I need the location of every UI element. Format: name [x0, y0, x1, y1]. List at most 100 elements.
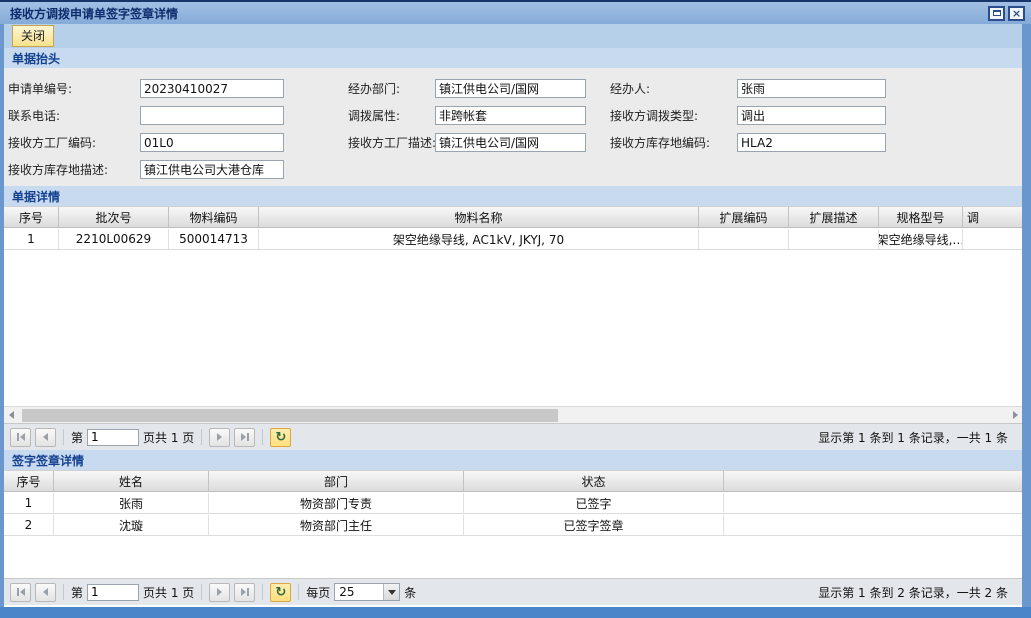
close-icon: ×: [1012, 8, 1021, 19]
next-page-icon: [217, 588, 222, 596]
column-header-seq[interactable]: 序号: [4, 207, 59, 227]
signature-table-row[interactable]: 2 沈璇 物资部门主任 已签字签章: [4, 515, 1022, 536]
refresh-button[interactable]: ↻: [270, 583, 291, 602]
scroll-left-arrow[interactable]: [4, 408, 18, 423]
per-page-dropdown-button[interactable]: [383, 584, 399, 600]
pager-separator: [262, 584, 263, 600]
next-page-button[interactable]: [209, 583, 230, 602]
signature-table-row[interactable]: 1 张雨 物资部门专责 已签字: [4, 493, 1022, 514]
pager-separator: [63, 429, 64, 445]
header-form: 申请单编号: 经办部门: 经办人: 联系电话: 调拨属性: 接收方调拨类型: 接…: [4, 68, 1022, 186]
last-page-icon: [247, 588, 249, 596]
cell-ext-desc: [789, 229, 879, 249]
receiver-transfer-type-input[interactable]: [737, 106, 886, 125]
cell-name: 沈璇: [54, 515, 209, 535]
prev-page-button[interactable]: [35, 428, 56, 447]
cell-batch: 2210L00629: [59, 229, 169, 249]
scrollbar-thumb[interactable]: [22, 409, 558, 422]
section-signature-bar: 签字签章详情: [4, 450, 1022, 470]
column-header-material-code[interactable]: 物料编码: [169, 207, 259, 227]
last-page-icon-arrow: [241, 433, 246, 441]
chevron-down-icon: [388, 590, 396, 595]
cell-name: 张雨: [54, 493, 209, 513]
window-title: 接收方调拨申请单签字签章详情: [10, 5, 178, 22]
close-window-button[interactable]: ×: [1008, 6, 1025, 21]
pager-separator: [201, 429, 202, 445]
field-label: 接收方库存地编码:: [610, 134, 710, 151]
first-page-icon-arrow: [20, 588, 25, 596]
section-header-title: 单据抬头: [12, 50, 60, 67]
signature-grid-header: 序号 姓名 部门 状态: [4, 470, 1022, 492]
next-page-button[interactable]: [209, 428, 230, 447]
window-titlebar[interactable]: 接收方调拨申请单签字签章详情 ×: [0, 2, 1031, 24]
prev-page-button[interactable]: [35, 583, 56, 602]
dialog-toolbar: 关闭: [4, 24, 1022, 48]
column-header-status[interactable]: 状态: [464, 471, 724, 491]
handler-input[interactable]: [737, 79, 886, 98]
column-header-batch[interactable]: 批次号: [59, 207, 169, 227]
cell-dept: 物资部门主任: [209, 515, 464, 535]
page-suffix: 页共 1 页: [143, 584, 194, 601]
column-header-name[interactable]: 姓名: [54, 471, 209, 491]
refresh-button[interactable]: ↻: [270, 428, 291, 447]
cell-dept: 物资部门专责: [209, 493, 464, 513]
cell-spec: 架空绝缘导线,…: [879, 229, 963, 249]
cell-seq: 2: [4, 515, 54, 535]
column-header-material-name[interactable]: 物料名称: [259, 207, 699, 227]
page-number-input[interactable]: [87, 584, 139, 601]
per-page-suffix: 条: [404, 584, 416, 601]
last-page-button[interactable]: [234, 428, 255, 447]
pager-separator: [262, 429, 263, 445]
last-page-icon: [247, 433, 249, 441]
column-header-ext-code[interactable]: 扩展编码: [699, 207, 789, 227]
signature-grid-body-empty: [4, 537, 1022, 578]
triangle-right-icon: [1013, 411, 1018, 419]
signature-pager: 第 页共 1 页 ↻ 每页 25 条 显示第 1 条到 2 条记录，一共 2 条: [4, 578, 1022, 605]
cell-status: 已签字: [464, 493, 724, 513]
scroll-right-arrow[interactable]: [1008, 408, 1022, 423]
close-button[interactable]: 关闭: [12, 25, 54, 47]
next-page-icon: [217, 433, 222, 441]
column-header-clipped[interactable]: 调: [963, 207, 1022, 227]
pager-separator: [298, 584, 299, 600]
cell-seq: 1: [4, 493, 54, 513]
field-receiver-storage-code: 接收方库存地编码:: [4, 133, 1022, 152]
page-number-input[interactable]: [87, 429, 139, 446]
per-page-select[interactable]: 25: [334, 583, 400, 601]
pager-separator: [63, 584, 64, 600]
column-header-dept[interactable]: 部门: [209, 471, 464, 491]
last-page-button[interactable]: [234, 583, 255, 602]
first-page-button[interactable]: [10, 583, 31, 602]
cell-seq: 1: [4, 229, 59, 249]
first-page-button[interactable]: [10, 428, 31, 447]
receiver-storage-desc-input[interactable]: [140, 160, 284, 179]
cell-material-name: 架空绝缘导线, AC1kV, JKYJ, 70: [259, 229, 699, 249]
field-label: 接收方调拨类型:: [610, 107, 698, 124]
last-page-icon-arrow: [241, 588, 246, 596]
field-receiver-transfer-type: 接收方调拨类型:: [4, 106, 1022, 125]
column-header-spec[interactable]: 规格型号: [879, 207, 963, 227]
section-detail-title: 单据详情: [12, 188, 60, 205]
first-page-icon-arrow: [20, 433, 25, 441]
field-label: 接收方库存地描述:: [8, 161, 108, 178]
column-header-seq[interactable]: 序号: [4, 471, 54, 491]
receiver-storage-code-input[interactable]: [737, 133, 886, 152]
detail-table-row[interactable]: 1 2210L00629 500014713 架空绝缘导线, AC1kV, JK…: [4, 229, 1022, 250]
column-header-ext-desc[interactable]: 扩展描述: [789, 207, 879, 227]
detail-grid-header: 序号 批次号 物料编码 物料名称 扩展编码 扩展描述 规格型号 调: [4, 206, 1022, 228]
per-page-value: 25: [335, 585, 383, 599]
detail-horizontal-scrollbar[interactable]: [4, 406, 1022, 423]
first-page-icon: [17, 433, 19, 441]
detail-pager: 第 页共 1 页 ↻ 显示第 1 条到 1 条记录，一共 1 条: [4, 423, 1022, 450]
section-detail-bar: 单据详情: [4, 186, 1022, 206]
restore-button[interactable]: [988, 6, 1005, 21]
pager-separator: [201, 584, 202, 600]
detail-record-summary: 显示第 1 条到 1 条记录，一共 1 条: [818, 424, 1008, 451]
cell-material-code: 500014713: [169, 229, 259, 249]
dialog-window: 接收方调拨申请单签字签章详情 × 关闭 单据抬头 申请单编号: 经办部门: 经办…: [0, 0, 1031, 618]
window-border-right: [1022, 2, 1031, 607]
refresh-icon: ↻: [275, 586, 286, 599]
section-header-bar: 单据抬头: [4, 48, 1022, 68]
restore-icon: [993, 10, 1001, 16]
cell-clipped: [963, 229, 1022, 249]
